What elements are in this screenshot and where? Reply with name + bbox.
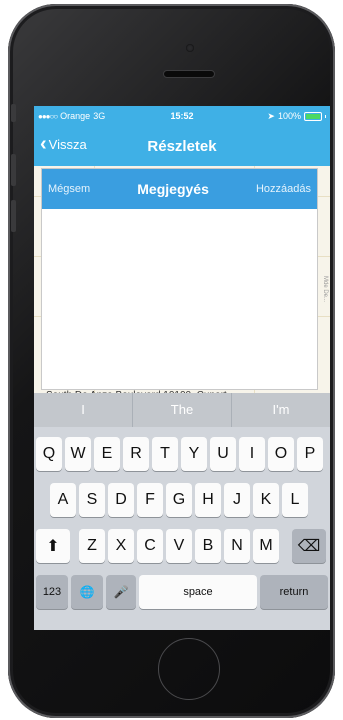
volume-up-button [11,154,16,186]
suggestion-item[interactable]: The [132,393,231,427]
navigation-bar: ‹ Vissza Részletek [34,126,330,166]
key-v[interactable]: V [166,529,192,563]
key-f[interactable]: F [137,483,163,517]
key-row-1: Q W E R T Y U I O P [34,437,330,473]
dialog-header: Mégsem Megjegyés Hozzáadás [42,169,317,209]
key-e[interactable]: E [94,437,120,471]
key-r[interactable]: R [123,437,149,471]
mute-switch [11,104,16,122]
backspace-icon: ⌫ [297,538,321,555]
key-l[interactable]: L [282,483,308,517]
key-d[interactable]: D [108,483,134,517]
earpiece-speaker [163,70,215,78]
microphone-icon: 🎤 [113,585,129,599]
key-u[interactable]: U [210,437,236,471]
location-icon: ➤ [267,110,275,121]
key-row-4: 123 🌐 🎤 space return [34,575,330,611]
dictation-key[interactable]: 🎤 [106,575,136,609]
add-button[interactable]: Hozzáadás [256,183,311,195]
key-c[interactable]: C [137,529,163,563]
status-bar: ●●●○○ Orange 3G 15:52 ➤ 100% [34,106,330,126]
key-i[interactable]: I [239,437,265,471]
key-y[interactable]: Y [181,437,207,471]
key-row-2: A S D F G H J K L [34,483,330,519]
key-o[interactable]: O [268,437,294,471]
key-p[interactable]: P [297,437,323,471]
clock: 15:52 [170,111,194,121]
key-w[interactable]: W [65,437,91,471]
shift-icon: ⬆ [46,538,60,555]
side-label: Mde De... [322,276,328,303]
phone-screen: ●●●○○ Orange 3G 15:52 ➤ 100% ‹ Vissza Ré… [34,106,330,630]
cancel-button[interactable]: Mégsem [48,183,90,195]
note-dialog: Mégsem Megjegyés Hozzáadás [41,168,318,390]
note-text-area[interactable] [42,209,317,389]
home-button[interactable] [158,638,220,700]
key-b[interactable]: B [195,529,221,563]
backspace-key[interactable]: ⌫ [292,529,326,563]
front-camera [186,44,194,52]
space-key[interactable]: space [139,575,257,609]
key-h[interactable]: H [195,483,221,517]
signal-strength-icon: ●●●○○ [38,111,58,121]
suggestion-item[interactable]: I [34,393,132,427]
suggestion-bar: I The I'm [34,393,330,427]
key-j[interactable]: J [224,483,250,517]
keyboard: I The I'm Q W E R T Y U I O P A S D F G … [34,393,330,630]
page-title: Részletek [147,138,217,155]
numbers-key[interactable]: 123 [36,575,68,609]
key-q[interactable]: Q [36,437,62,471]
battery-icon [304,111,322,121]
key-n[interactable]: N [224,529,250,563]
key-g[interactable]: G [166,483,192,517]
network-label: 3G [93,111,106,121]
key-s[interactable]: S [79,483,105,517]
globe-key[interactable]: 🌐 [71,575,103,609]
dialog-title: Megjegyés [137,181,209,197]
battery-percent: 100% [277,111,301,121]
key-z[interactable]: Z [79,529,105,563]
key-t[interactable]: T [152,437,178,471]
suggestion-item[interactable]: I'm [231,393,330,427]
globe-icon: 🌐 [79,585,95,599]
key-row-3: ⬆ Z X C V B N M ⌫ [34,529,330,565]
shift-key[interactable]: ⬆ [36,529,70,563]
return-key[interactable]: return [260,575,328,609]
key-m[interactable]: M [253,529,279,563]
volume-down-button [11,200,16,232]
carrier-label: Orange [60,111,91,121]
key-k[interactable]: K [253,483,279,517]
key-a[interactable]: A [50,483,76,517]
key-x[interactable]: X [108,529,134,563]
